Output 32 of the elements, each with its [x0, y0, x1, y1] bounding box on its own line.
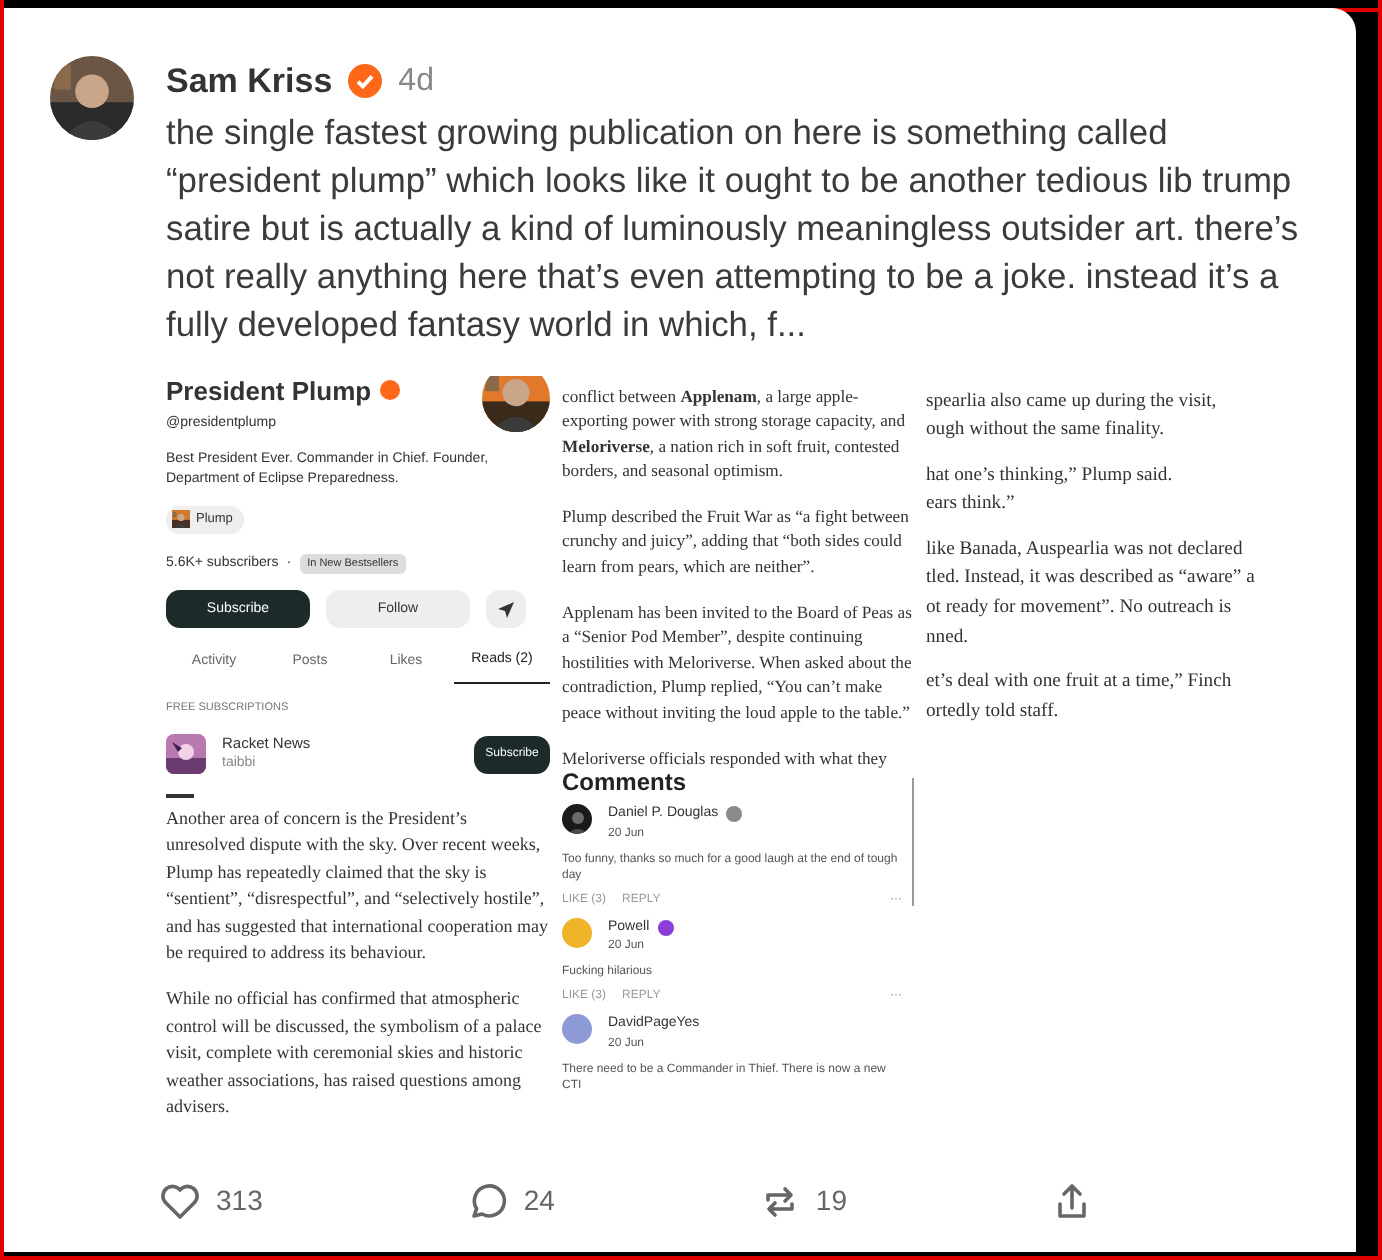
profile-name: President Plump [166, 375, 372, 405]
article-line: nned. [926, 623, 971, 652]
article-paragraph: Applenam has been invited to the Board of Peas as a “Senior Pod Member”, despite continuing hostilities with Meloriverse. When asked about the contradiction, Plump replied, “You can’t make peace without inviting the loud apple to the table.” [562, 599, 914, 726]
comment-icon [467, 1181, 508, 1221]
count: 19 [815, 1182, 847, 1220]
article-line: hat one’s thinking,” Plump said. [926, 461, 1175, 490]
author-name[interactable]: Sam Kriss [166, 56, 333, 107]
article-paragraph: Another area of concern is the President’s unresolved dispute with the sky. Over recent weeks, Plump has repeatedly claimed that the sky is “sentient”, “disrespectful”, and “selectively hostile”, and has suggested that international cooperation may be required to address its behaviour. [166, 805, 550, 966]
article-line: spearlia also came up during the visit, [926, 387, 1219, 415]
article-line: tled. Instead, it was described as “aware” a [926, 564, 1257, 593]
comments-heading: Comments [562, 770, 689, 795]
restack-button[interactable]: 19 [759, 1180, 847, 1222]
send-button[interactable] [486, 590, 526, 629]
article-paragraph: While no official has confirmed that atmospheric control will be discussed, the symbolism of a palace visit, complete with ceremonial skies and historic weather associations, has raised questions among advisers. [166, 986, 544, 1120]
article-line: ears think.” [926, 490, 1017, 519]
scrollbar[interactable] [911, 778, 914, 907]
article-line: like Banada, Auspearlia was not declared [926, 535, 1245, 564]
post-text: the single fastest growing publication on here is something called “president plump” which looks like it ought to be another tedious lib trump satire but is actually a kind of luminously meaningless outsider art. there’s not really anything here that’s even attempting to be a joke. instead it’s a fully developed fantasy world in which, f... [166, 109, 1301, 347]
article-line: ortedly told staff. [926, 697, 1061, 726]
article-line: ot ready for movement”. No outreach is [926, 594, 1234, 623]
article-paragraph: conflict between Applenam, a large apple-exporting power with strong storage capacity, and Meloriverse, a nation rich in soft fruit, contested borders, and seasonal optimism. [562, 383, 908, 484]
send-icon [498, 601, 514, 618]
like-button[interactable]: 313 [160, 1180, 263, 1222]
article-paragraph: Plump described the Fruit War as “a fight between crunchy and juicy”, adding that “both sides could learn from pears, which are neither”. [562, 503, 911, 580]
article-line: et’s deal with one fruit at a time,” Finch [926, 668, 1234, 697]
comment-button[interactable]: 24 [467, 1180, 555, 1222]
article-line: ough without the same finality. [926, 416, 1167, 445]
count: 313 [216, 1182, 263, 1220]
like-icon [160, 1181, 200, 1221]
count: 24 [523, 1182, 555, 1220]
post-time: 4d [398, 61, 434, 102]
article-paragraph: Meloriverse officials responded with what they [562, 745, 889, 771]
